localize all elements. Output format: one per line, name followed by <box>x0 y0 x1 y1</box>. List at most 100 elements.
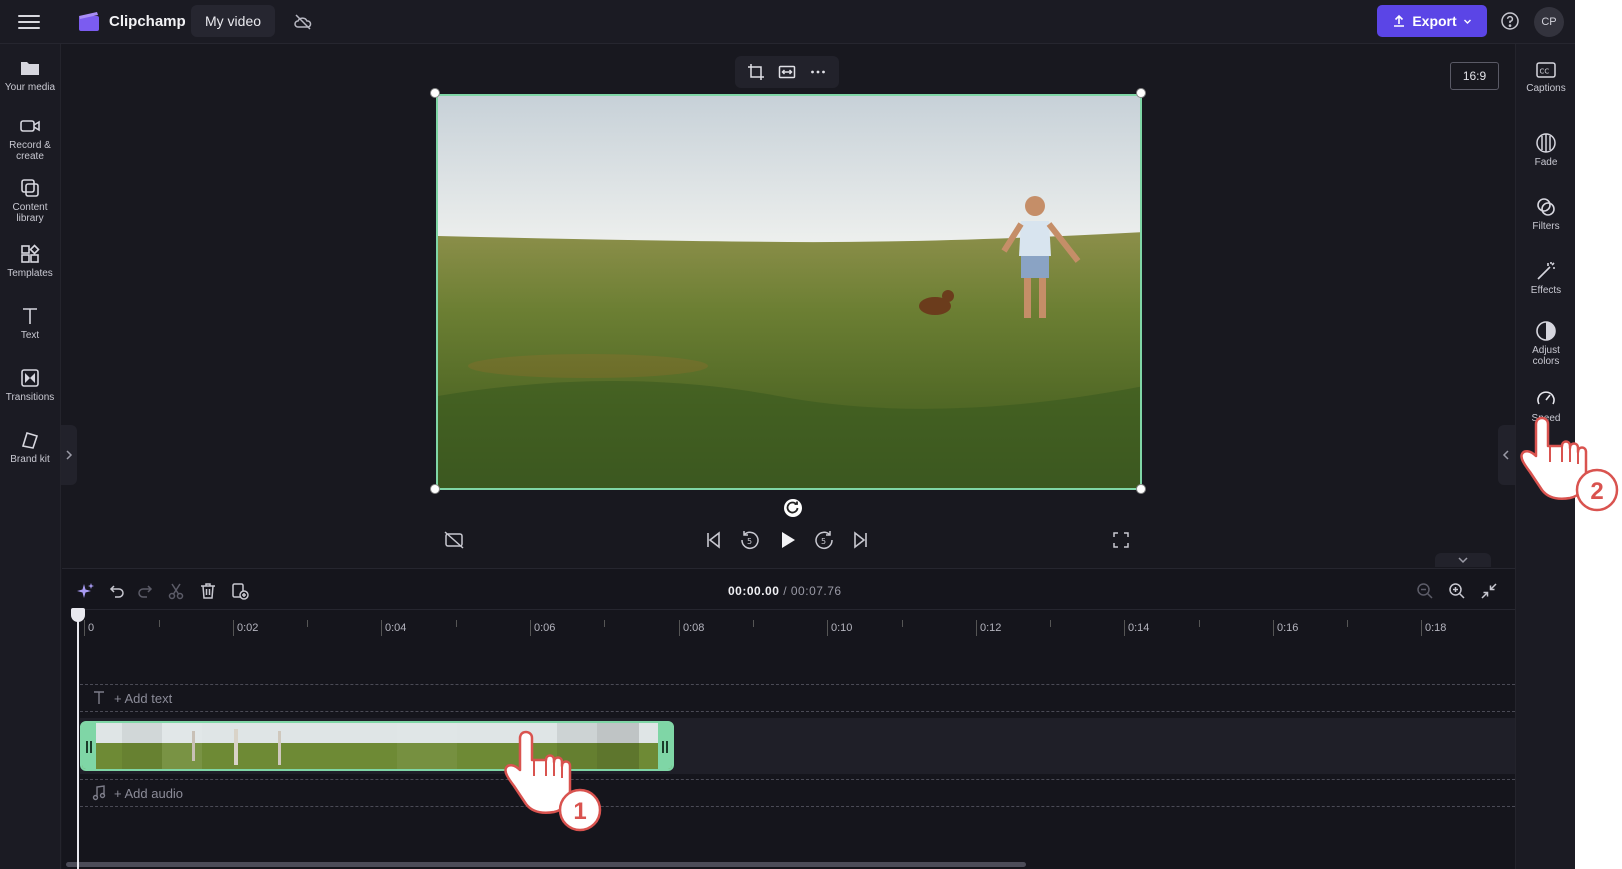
sidebar-item-your-media[interactable]: Your media <box>0 58 60 93</box>
timeline-scrollbar[interactable] <box>66 862 1026 867</box>
rotate-icon[interactable] <box>784 499 802 517</box>
clip-trim-handle-right[interactable] <box>658 723 672 769</box>
video-preview[interactable] <box>436 94 1142 490</box>
skip-back-icon[interactable] <box>701 528 725 552</box>
aspect-ratio-button[interactable]: 16:9 <box>1450 62 1499 90</box>
fit-timeline-icon[interactable] <box>1479 581 1499 601</box>
sidebar-item-content-library[interactable]: Content library <box>0 178 60 224</box>
zoom-out-icon[interactable] <box>1415 581 1435 601</box>
text-icon <box>94 691 104 704</box>
brand-kit-icon <box>21 432 39 449</box>
app-name: Clipchamp <box>109 13 186 30</box>
transitions-icon <box>21 369 39 387</box>
captions-icon: CC <box>1536 62 1556 78</box>
sidebar-item-label: Fade <box>1534 157 1558 168</box>
avatar[interactable]: CP <box>1534 7 1564 37</box>
rewind-5-icon[interactable]: 5 <box>738 528 762 552</box>
text-track[interactable]: + Add text <box>80 684 1515 712</box>
hand-cursor-step-2: 2 <box>1520 416 1619 512</box>
resize-handle-bottom-left[interactable] <box>430 484 440 494</box>
menu-icon[interactable] <box>18 12 40 32</box>
sidebar-item-text[interactable]: Text <box>0 306 60 341</box>
step-1-number: 1 <box>573 798 586 825</box>
sidebar-item-captions[interactable]: CC Captions <box>1516 60 1575 94</box>
top-bar: Clipchamp My video Export CP <box>0 0 1575 44</box>
playhead-handle[interactable] <box>71 608 85 622</box>
library-icon <box>21 179 39 197</box>
sidebar-item-label: Adjust colors <box>1532 345 1560 367</box>
fade-icon <box>1536 133 1556 153</box>
sidebar-item-fade[interactable]: Fade <box>1516 132 1575 168</box>
total-time: / 00:07.76 <box>783 584 842 598</box>
sidebar-item-effects[interactable]: Effects <box>1516 260 1575 296</box>
video-frame-image <box>438 96 1140 488</box>
expand-left-panel-button[interactable] <box>61 425 77 485</box>
play-icon[interactable] <box>775 528 799 552</box>
resize-handle-bottom-right[interactable] <box>1136 484 1146 494</box>
sidebar-item-filters[interactable]: Filters <box>1516 196 1575 232</box>
speed-icon <box>1537 391 1555 405</box>
collapse-preview-button[interactable] <box>1435 553 1491 567</box>
sidebar-item-adjust-colors[interactable]: Adjust colors <box>1516 320 1575 367</box>
resize-handle-top-right[interactable] <box>1136 88 1146 98</box>
skip-forward-icon[interactable] <box>849 528 873 552</box>
sidebar-item-record-create[interactable]: Record & create <box>0 116 60 162</box>
ruler-minor-tick <box>604 620 605 627</box>
split-icon[interactable] <box>166 581 186 601</box>
project-title[interactable]: My video <box>191 5 276 37</box>
timeline-ruler[interactable]: 0 0:02 0:04 0:06 0:08 0:10 0:12 0:14 0:1… <box>80 609 1515 639</box>
folder-icon <box>21 62 39 75</box>
magic-icon[interactable] <box>76 581 96 601</box>
sidebar-item-brand-kit[interactable]: Brand kit <box>0 430 60 465</box>
ruler-tick: 0 <box>84 620 94 636</box>
step-2-number: 2 <box>1590 478 1603 505</box>
playhead[interactable] <box>77 608 79 869</box>
cloud-off-icon[interactable] <box>293 12 313 32</box>
help-icon[interactable] <box>1500 11 1520 31</box>
chevron-down-icon <box>1463 19 1471 24</box>
sidebar-item-label: Text <box>20 330 40 341</box>
crop-icon[interactable] <box>747 63 765 81</box>
camera-off-icon[interactable] <box>442 528 466 552</box>
ruler-tick: 0:04 <box>381 620 406 636</box>
text-icon <box>23 308 37 324</box>
timecode: 00:00.00 / 00:07.76 <box>728 584 842 598</box>
ruler-minor-tick <box>902 620 903 627</box>
undo-icon[interactable] <box>106 581 126 601</box>
ruler-minor-tick <box>307 620 308 627</box>
current-time: 00:00.00 <box>728 584 780 598</box>
zoom-in-icon[interactable] <box>1447 581 1467 601</box>
adjust-colors-icon <box>1536 321 1556 341</box>
ruler-tick: 0:16 <box>1273 620 1298 636</box>
ruler-tick: 0:12 <box>976 620 1001 636</box>
more-icon[interactable] <box>809 63 827 81</box>
expand-right-panel-button[interactable] <box>1498 425 1515 485</box>
fit-icon[interactable] <box>778 63 796 81</box>
chevron-right-icon <box>66 450 73 460</box>
delete-icon[interactable] <box>198 581 218 601</box>
effects-icon <box>1537 262 1555 280</box>
chevron-down-icon <box>1458 557 1468 564</box>
duplicate-icon[interactable] <box>230 581 250 601</box>
sidebar-item-transitions[interactable]: Transitions <box>0 368 60 403</box>
ruler-minor-tick <box>159 620 160 627</box>
sidebar-item-label: Brand kit <box>10 454 50 465</box>
export-button[interactable]: Export <box>1377 5 1487 37</box>
music-note-icon <box>92 785 106 801</box>
forward-5-icon[interactable]: 5 <box>812 528 836 552</box>
fullscreen-icon[interactable] <box>1109 528 1133 552</box>
svg-text:5: 5 <box>821 537 826 546</box>
sidebar-item-label: Your media <box>4 82 56 93</box>
sidebar-item-templates[interactable]: Templates <box>0 244 60 279</box>
ruler-minor-tick <box>753 620 754 627</box>
clip-trim-handle-left[interactable] <box>82 723 96 769</box>
ruler-tick: 0:10 <box>827 620 852 636</box>
audio-track[interactable]: + Add audio <box>80 779 1515 807</box>
export-label: Export <box>1412 13 1457 29</box>
redo-icon[interactable] <box>136 581 156 601</box>
add-text-label: + Add text <box>114 691 173 706</box>
sidebar-item-label: Captions <box>1526 83 1566 94</box>
ruler-minor-tick <box>1050 620 1051 627</box>
resize-handle-top-left[interactable] <box>430 88 440 98</box>
upload-icon <box>1394 14 1405 27</box>
